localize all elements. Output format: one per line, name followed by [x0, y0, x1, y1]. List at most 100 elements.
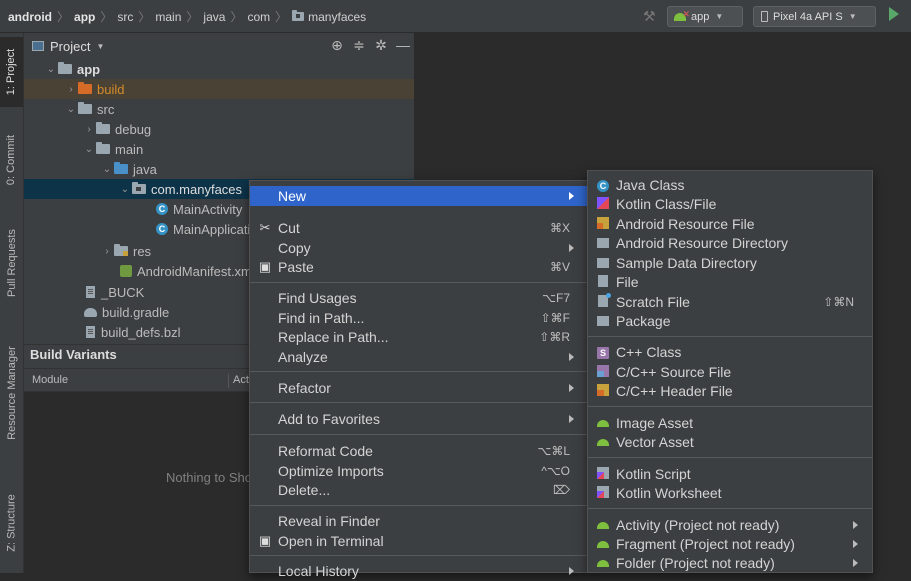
- tab-project[interactable]: 1: Project: [0, 37, 23, 107]
- submenu-item-android-resource-file[interactable]: Android Resource File: [588, 214, 872, 234]
- menu-item-copy[interactable]: Copy: [250, 238, 588, 258]
- phone-icon: [761, 11, 768, 22]
- kotlin-script-icon: [596, 467, 610, 481]
- folder-icon: [78, 102, 92, 114]
- submenu-item-cpp-class[interactable]: S C++ Class: [588, 342, 872, 362]
- kotlin-script-icon: [596, 486, 610, 500]
- breadcrumb-separator: 〉: [275, 10, 288, 24]
- breadcrumb-item-com[interactable]: com: [247, 10, 270, 24]
- menu-item-analyze[interactable]: Analyze: [250, 347, 588, 367]
- menu-item-reveal-in-finder[interactable]: Reveal in Finder: [250, 511, 588, 531]
- android-icon: [596, 537, 610, 551]
- submenu-item-folder[interactable]: Folder (Project not ready): [588, 553, 872, 573]
- tree-item-main[interactable]: ⌄ main: [24, 139, 414, 159]
- tab-resource-manager[interactable]: Resource Manager: [0, 333, 23, 453]
- tree-item-build[interactable]: › build: [24, 79, 414, 99]
- submenu-item-kotlin-script[interactable]: Kotlin Script: [588, 464, 872, 484]
- menu-item-cut[interactable]: ✂ Cut ⌘X: [250, 218, 588, 238]
- chevron-down-icon[interactable]: ⌄: [100, 164, 114, 175]
- menu-separator: [250, 505, 588, 506]
- breadcrumb-item-android[interactable]: android: [8, 10, 52, 24]
- submenu-item-kotlin-worksheet[interactable]: Kotlin Worksheet: [588, 483, 872, 503]
- run-play-icon[interactable]: [889, 7, 899, 21]
- menu-item-add-to-favorites[interactable]: Add to Favorites: [250, 409, 588, 429]
- menu-item-new[interactable]: New: [250, 186, 588, 206]
- submenu-item-fragment[interactable]: Fragment (Project not ready): [588, 534, 872, 554]
- gear-icon[interactable]: ✲: [370, 37, 392, 54]
- cpp-class-icon: S: [596, 345, 610, 359]
- breadcrumb: android 〉 app 〉 src 〉 main 〉 java 〉 com …: [8, 8, 366, 25]
- file-icon: [596, 275, 610, 289]
- submenu-item-java-class[interactable]: C Java Class: [588, 175, 872, 195]
- tool-window-stripe: 1: Project 0: Commit Pull Requests Resou…: [0, 33, 24, 573]
- new-submenu: C Java Class Kotlin Class/File Android R…: [587, 170, 873, 573]
- chevron-down-icon[interactable]: ⌄: [118, 184, 132, 195]
- submenu-item-image-asset[interactable]: Image Asset: [588, 413, 872, 433]
- manifest-icon: [120, 265, 132, 277]
- menu-item-paste[interactable]: ▣ Paste ⌘V: [250, 257, 588, 277]
- submenu-item-activity[interactable]: Activity (Project not ready): [588, 515, 872, 535]
- tree-item-debug[interactable]: › debug: [24, 119, 414, 139]
- menu-item-local-history[interactable]: Local History: [250, 561, 588, 581]
- package-icon: [132, 182, 146, 194]
- breadcrumb-separator: 〉: [57, 10, 70, 24]
- breadcrumb-item-java[interactable]: java: [203, 10, 225, 24]
- column-module[interactable]: Module: [32, 374, 68, 386]
- project-icon: [32, 41, 44, 51]
- breadcrumb-item-app[interactable]: app: [74, 10, 95, 24]
- chevron-down-icon: ▼: [848, 12, 857, 21]
- submenu-item-cpp-source-file[interactable]: C/C++ Source File: [588, 362, 872, 382]
- device-selector-dropdown[interactable]: Pixel 4a API S ▼: [753, 6, 876, 27]
- breadcrumb-item-main[interactable]: main: [155, 10, 181, 24]
- submenu-item-scratch-file[interactable]: Scratch File ⇧⌘N: [588, 292, 872, 312]
- submenu-item-cpp-header-file[interactable]: C/C++ Header File: [588, 381, 872, 401]
- chevron-down-icon[interactable]: ⌄: [44, 64, 58, 75]
- tree-item-app[interactable]: ⌄ app: [24, 59, 414, 79]
- tree-item-src[interactable]: ⌄ src: [24, 99, 414, 119]
- submenu-arrow-icon: [569, 244, 574, 252]
- menu-item-optimize-imports[interactable]: Optimize Imports ^⌥O: [250, 461, 588, 481]
- tab-pull-requests[interactable]: Pull Requests: [0, 213, 23, 313]
- package-icon: [292, 10, 305, 21]
- project-view-dropdown[interactable]: Project ▼: [32, 39, 104, 54]
- menu-item-refactor[interactable]: Refactor: [250, 378, 588, 398]
- submenu-item-file[interactable]: File: [588, 272, 872, 292]
- menu-item-open-in-terminal[interactable]: ▣ Open in Terminal: [250, 531, 588, 551]
- collapse-all-icon[interactable]: ≑: [348, 37, 370, 54]
- cpp-source-icon: [596, 365, 610, 379]
- chevron-down-icon[interactable]: ⌄: [64, 104, 78, 115]
- menu-separator: [250, 282, 588, 283]
- android-icon: [596, 416, 610, 430]
- module-folder-icon: [58, 62, 72, 74]
- menu-item-reformat-code[interactable]: Reformat Code ⌥⌘L: [250, 441, 588, 461]
- tab-structure[interactable]: Z: Structure: [0, 483, 23, 563]
- breadcrumb-item-manyfaces[interactable]: manyfaces: [308, 10, 366, 24]
- menu-item-find-in-path[interactable]: Find in Path... ⇧⌘F: [250, 308, 588, 328]
- chevron-right-icon[interactable]: ›: [82, 124, 96, 135]
- breadcrumb-item-src[interactable]: src: [117, 10, 133, 24]
- menu-separator: [250, 371, 588, 372]
- submenu-arrow-icon: [569, 567, 574, 575]
- kotlin-icon: [596, 197, 610, 211]
- submenu-item-vector-asset[interactable]: Vector Asset: [588, 432, 872, 452]
- menu-item-replace-in-path[interactable]: Replace in Path... ⇧⌘R: [250, 327, 588, 347]
- locate-icon[interactable]: ⊕: [326, 37, 348, 54]
- chevron-down-icon[interactable]: ⌄: [82, 144, 96, 155]
- menu-item-delete[interactable]: Delete... ⌦: [250, 480, 588, 500]
- source-folder-icon: [114, 162, 128, 174]
- submenu-item-kotlin-class[interactable]: Kotlin Class/File: [588, 194, 872, 214]
- build-hammer-icon[interactable]: ⚒: [643, 8, 656, 25]
- submenu-item-android-resource-directory[interactable]: Android Resource Directory: [588, 233, 872, 253]
- tab-commit[interactable]: 0: Commit: [0, 125, 23, 195]
- menu-separator: [588, 336, 872, 337]
- submenu-item-package[interactable]: Package: [588, 311, 872, 331]
- scratch-file-icon: [596, 293, 611, 309]
- tree-item-java[interactable]: ⌄ java: [24, 159, 414, 179]
- minimize-icon[interactable]: —: [392, 37, 414, 54]
- submenu-item-sample-data-directory[interactable]: Sample Data Directory: [588, 253, 872, 273]
- menu-item-find-usages[interactable]: Find Usages ⌥F7: [250, 288, 588, 308]
- chevron-right-icon[interactable]: ›: [64, 84, 78, 95]
- android-resource-file-icon: [596, 217, 610, 231]
- run-configuration-dropdown[interactable]: ✕ app ▼: [667, 6, 743, 27]
- chevron-right-icon[interactable]: ›: [100, 246, 114, 257]
